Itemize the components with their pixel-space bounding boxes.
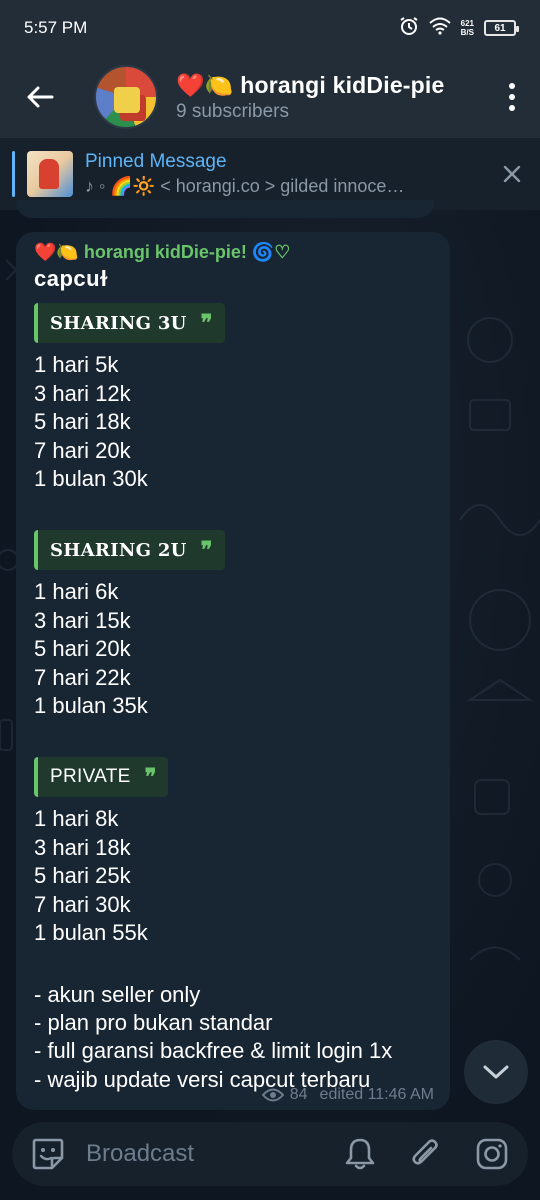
alarm-icon [399, 16, 419, 40]
status-time: 5:57 PM [24, 18, 88, 37]
more-vert-icon[interactable] [484, 56, 540, 138]
price-line: 7 hari 20k [34, 437, 131, 463]
bell-icon [345, 1138, 375, 1170]
price-block-sharing-3u: SHARING 3U ❞ 1 hari 5k 3 hari 12k 5 hari… [34, 299, 432, 493]
pinned-thumbnail [27, 151, 73, 197]
chevron-down-icon [483, 1065, 509, 1079]
price-line: 5 hari 25k [34, 863, 131, 889]
quote-icon: ❞ [200, 310, 213, 337]
message-app-name: ᴄapᴄuɫ [34, 266, 108, 291]
message-sender: ❤️🍋 horangi kidDie-pie! 🌀♡ [34, 242, 291, 262]
scroll-down-button[interactable] [464, 1040, 528, 1104]
telegram-channel-screen: 5:57 PM 621 B/S 61 ❤️🍋 horangi kidDie-pi… [0, 0, 540, 1200]
edited-time: edited 11:46 AM [319, 1086, 434, 1103]
price-line: 7 hari 30k [34, 891, 131, 917]
eye-icon [261, 1088, 284, 1102]
pinned-preview: ♪ ◦ 🌈🔆 < horangi.co > gilded innoce… [85, 176, 405, 196]
pinned-indicator [12, 151, 15, 197]
instagram-camera-icon [476, 1138, 508, 1170]
price-line: 5 hari 18k [34, 409, 131, 435]
quote-icon: ❞ [144, 764, 157, 791]
price-line: 1 bulan 30k [34, 466, 148, 492]
price-line: 7 hari 22k [34, 664, 131, 690]
price-line: 3 hari 12k [34, 380, 131, 406]
channel-title: ❤️🍋 horangi kidDie-pie [176, 71, 445, 98]
channel-avatar[interactable] [94, 65, 158, 129]
price-line: 3 hari 18k [34, 834, 131, 860]
previous-message-bubble [16, 200, 434, 218]
subscriber-count: 9 subscribers [176, 100, 289, 122]
broadcast-input[interactable]: Broadcast [86, 1140, 338, 1168]
note-line: - plan pro bukan standar [34, 1009, 273, 1035]
chat-info[interactable]: ❤️🍋 horangi kidDie-pie 9 subscribers [176, 72, 484, 123]
price-line: 1 hari 6k [34, 579, 119, 605]
status-bar: 5:57 PM 621 B/S 61 [0, 0, 540, 56]
sticker-icon [32, 1138, 64, 1170]
battery-indicator: 61 [484, 20, 519, 36]
composer-actions [338, 1132, 514, 1176]
pinned-text: Pinned Message ♪ ◦ 🌈🔆 < horangi.co > gil… [85, 151, 484, 197]
price-line: 1 hari 8k [34, 806, 119, 832]
price-line: 5 hari 20k [34, 636, 131, 662]
quote-label: PRIVATE ❞ [34, 757, 169, 798]
quote-icon: ❞ [200, 537, 213, 564]
notes-list: - akun seller only - plan pro bukan stan… [34, 981, 432, 1095]
view-count: 84 [289, 1086, 308, 1103]
price-line: 1 bulan 55k [34, 920, 148, 946]
close-icon [503, 165, 521, 183]
chat-header: ❤️🍋 horangi kidDie-pie 9 subscribers [0, 56, 540, 138]
back-button[interactable] [0, 56, 80, 138]
status-icons: 621 B/S 61 [399, 16, 519, 40]
network-speed: 621 B/S [460, 19, 474, 37]
quote-label: SHARING 2U ❞ [34, 530, 225, 571]
close-pinned-button[interactable] [484, 138, 540, 210]
quote-label: SHARING 3U ❞ [34, 303, 225, 344]
note-line: - akun seller only [34, 981, 201, 1007]
price-line: 1 hari 5k [34, 352, 119, 378]
pinned-title: Pinned Message [85, 151, 227, 172]
price-line: 1 bulan 35k [34, 693, 148, 719]
paperclip-icon [412, 1139, 438, 1165]
camera-button[interactable] [470, 1132, 514, 1176]
price-line: 3 hari 15k [34, 607, 131, 633]
message-meta: 84 edited 11:46 AM [261, 1086, 434, 1104]
back-arrow-icon [27, 86, 54, 108]
broadcast-composer: Broadcast [12, 1122, 528, 1186]
price-block-sharing-2u: SHARING 2U ❞ 1 hari 6k 3 hari 15k 5 hari… [34, 526, 432, 720]
attach-button[interactable] [404, 1132, 448, 1176]
price-block-private: PRIVATE ❞ 1 hari 8k 3 hari 18k 5 hari 25… [34, 753, 432, 947]
wifi-icon [428, 17, 451, 39]
message-bubble[interactable]: ❤️🍋 horangi kidDie-pie! 🌀♡ ᴄapᴄuɫ SHARIN… [16, 232, 450, 1110]
note-line: - full garansi backfree & limit login 1x [34, 1038, 393, 1064]
sticker-button[interactable] [26, 1132, 70, 1176]
notification-button[interactable] [338, 1132, 382, 1176]
